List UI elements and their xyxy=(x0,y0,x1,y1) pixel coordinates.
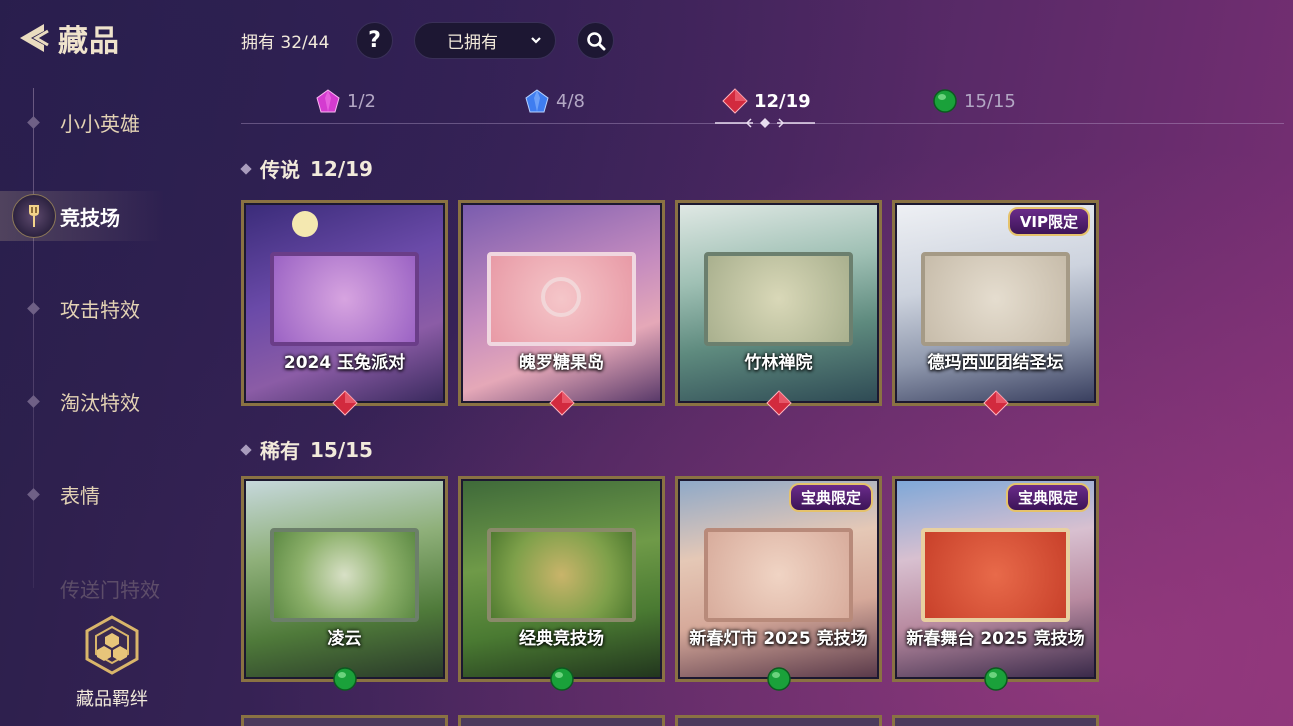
card-name: 竹林禅院 xyxy=(744,353,813,373)
back-button[interactable]: 藏品 xyxy=(14,18,120,59)
section-count: 12/19 xyxy=(310,156,373,181)
tab-count: 1/2 xyxy=(347,90,376,112)
card-name: 2024 玉兔派对 xyxy=(283,353,406,373)
tab-count: 12/19 xyxy=(754,90,811,112)
section-name: 传说 xyxy=(260,158,300,182)
sidebar-item-little-legends[interactable]: 小小英雄 xyxy=(0,97,220,147)
pass-limited-badge: 宝典限定 xyxy=(1005,483,1090,512)
sidebar-item-label: 小小英雄 xyxy=(60,111,140,136)
arena-card[interactable]: 竹林禅院 xyxy=(675,200,882,416)
red-gem-icon xyxy=(765,390,792,416)
sidebar-item-label: 淘汰特效 xyxy=(60,390,140,415)
arena-card[interactable]: 凌云 xyxy=(241,476,448,691)
sidebar-item-elimination-effects[interactable]: 淘汰特效 xyxy=(0,376,220,426)
arena-card-partial[interactable] xyxy=(675,715,882,726)
tab-blue[interactable]: 4/8 xyxy=(524,86,585,116)
green-gem-icon xyxy=(332,667,357,691)
arena-card-partial[interactable] xyxy=(892,715,1099,726)
sidebar-dot xyxy=(27,394,40,408)
green-gem-icon xyxy=(549,667,574,691)
search-button[interactable] xyxy=(577,22,614,59)
sidebar-dot xyxy=(27,301,40,315)
arena-card[interactable]: 经典竞技场 xyxy=(458,476,665,691)
card-name: 凌云 xyxy=(327,629,362,649)
card-name: 新春舞台 2025 竞技场 xyxy=(906,629,1085,649)
card-name: 新春灯市 2025 竞技场 xyxy=(689,629,868,649)
vip-limited-badge: VIP限定 xyxy=(1007,207,1090,236)
sidebar-item-label: 攻击特效 xyxy=(60,297,140,322)
section-diamond xyxy=(240,162,252,175)
tab-purple[interactable]: 1/2 xyxy=(315,86,376,116)
red-gem-icon xyxy=(548,390,575,416)
tab-red[interactable]: 12/19 xyxy=(722,86,811,116)
arena-icon xyxy=(12,194,56,238)
green-gem-icon xyxy=(983,667,1008,691)
green-gem-icon xyxy=(933,89,957,113)
sidebar-dot xyxy=(27,487,40,501)
search-icon xyxy=(586,31,605,50)
tab-count: 15/15 xyxy=(964,90,1016,112)
filter-value: 已拥有 xyxy=(447,33,498,53)
section-count: 15/15 xyxy=(310,437,373,462)
collection-bond-button[interactable]: 藏品羁绊 xyxy=(60,615,164,711)
blue-gem-icon xyxy=(525,89,549,113)
red-gem-icon xyxy=(722,88,748,114)
sidebar-item-label: 传送门特效 xyxy=(60,578,160,600)
tab-count: 4/8 xyxy=(556,90,585,112)
sidebar-item-arena[interactable]: 竞技场 xyxy=(0,191,220,241)
section-title-legendary: 传说 12/19 xyxy=(240,154,373,183)
page-title: 藏品 xyxy=(58,24,120,59)
owned-count: 拥有 32/44 xyxy=(241,33,330,53)
back-arrow-icon xyxy=(20,24,49,52)
owned-filter-dropdown[interactable]: 已拥有 xyxy=(414,22,556,59)
arena-card[interactable]: 魄罗糖果岛 xyxy=(458,200,665,416)
hexagon-bond-icon xyxy=(85,615,139,675)
arena-card[interactable]: VIP限定 德玛西亚团结圣坛 xyxy=(892,200,1099,416)
sidebar-item-portal-effects[interactable]: 传送门特效 xyxy=(0,560,220,600)
card-name: 经典竞技场 xyxy=(519,629,604,649)
red-gem-icon xyxy=(331,390,358,416)
sidebar-dot xyxy=(27,115,40,129)
red-gem-icon xyxy=(982,390,1009,416)
sidebar-item-label: 竞技场 xyxy=(60,205,120,230)
arena-card-partial[interactable] xyxy=(241,715,448,726)
green-gem-icon xyxy=(766,667,791,691)
active-tab-indicator xyxy=(715,118,815,128)
sidebar-item-label: 表情 xyxy=(60,483,100,508)
pass-limited-badge: 宝典限定 xyxy=(788,483,873,512)
card-name: 德玛西亚团结圣坛 xyxy=(927,353,1064,373)
sidebar-item-attack-effects[interactable]: 攻击特效 xyxy=(0,283,220,333)
arena-card[interactable]: 宝典限定 新春舞台 2025 竞技场 xyxy=(892,476,1099,691)
collection-bond-label: 藏品羁绊 xyxy=(76,689,148,710)
chevron-down-icon xyxy=(531,37,541,44)
section-diamond xyxy=(240,443,252,456)
section-name: 稀有 xyxy=(260,439,300,463)
arena-card-partial[interactable] xyxy=(458,715,665,726)
card-name: 魄罗糖果岛 xyxy=(519,353,604,373)
help-button[interactable]: ? xyxy=(356,22,393,59)
tab-green[interactable]: 15/15 xyxy=(932,86,1016,116)
arena-card[interactable]: 宝典限定 新春灯市 2025 竞技场 xyxy=(675,476,882,691)
sidebar-item-emotes[interactable]: 表情 xyxy=(0,469,220,519)
section-title-rare: 稀有 15/15 xyxy=(240,435,373,464)
arena-card[interactable]: 2024 玉兔派对 xyxy=(241,200,448,416)
purple-gem-icon xyxy=(316,89,340,113)
